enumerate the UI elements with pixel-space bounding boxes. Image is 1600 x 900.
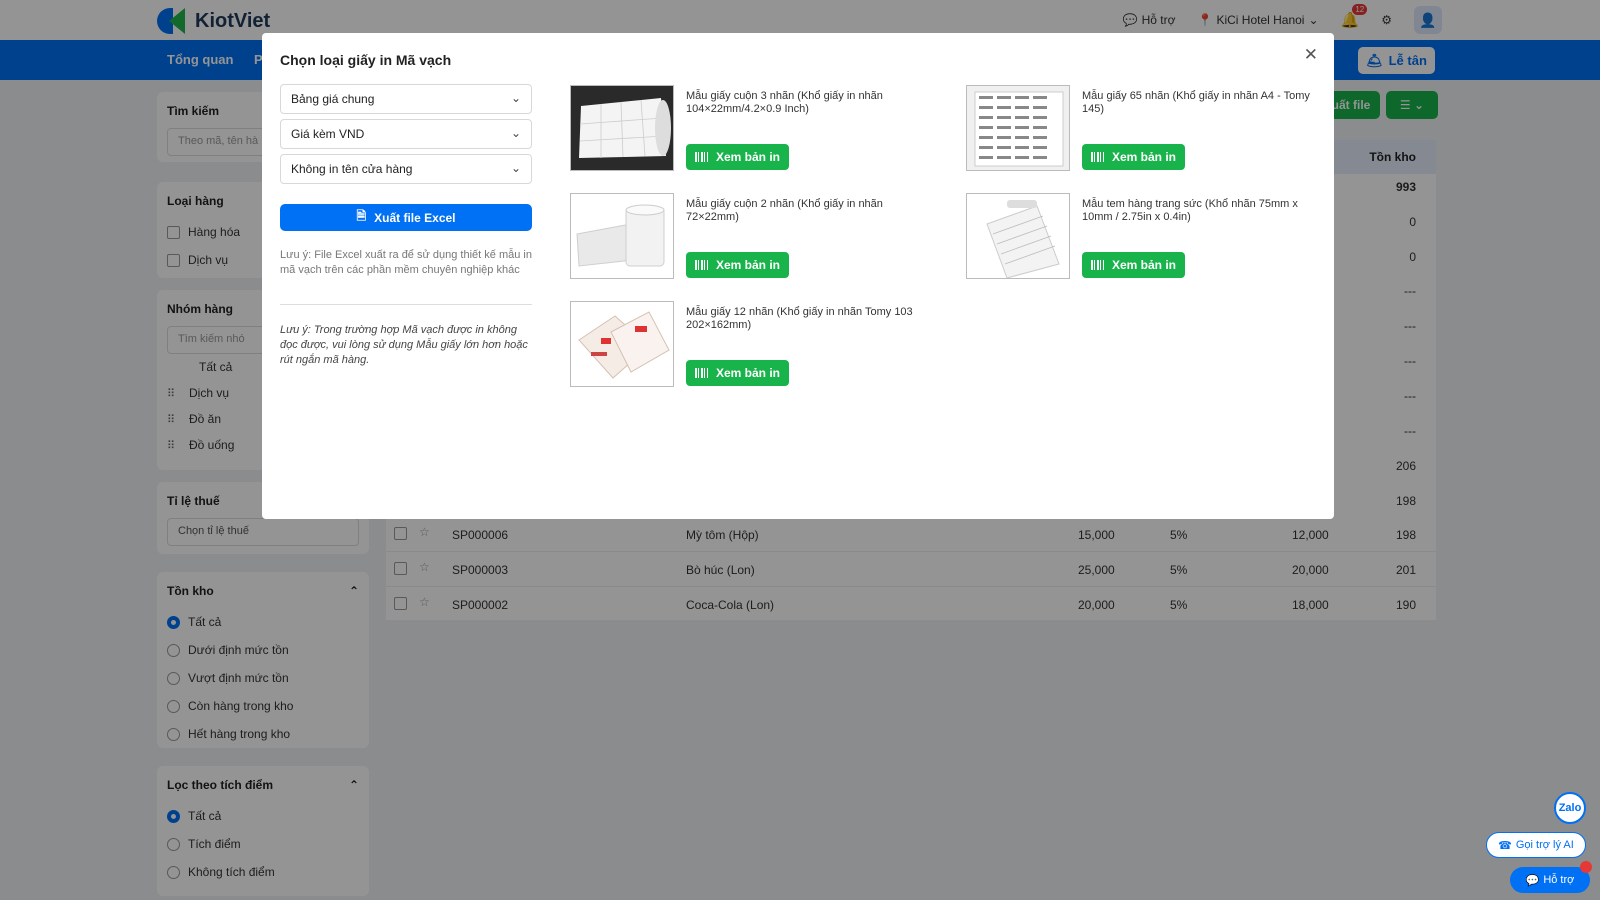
preview-button[interactable]: Xem bản in	[1082, 252, 1185, 278]
paper-thumbnail	[570, 301, 674, 387]
ai-assistant-button[interactable]: ☎ Gọi trợ lý AI	[1486, 832, 1586, 858]
preview-button[interactable]: Xem bản in	[1082, 144, 1185, 170]
paper-option: Mẫu giấy cuộn 2 nhãn (Khổ giấy in nhãn 7…	[570, 193, 968, 281]
currency-select[interactable]: Giá kèm VND ⌄	[280, 119, 532, 149]
paper-title: Mẫu giấy 65 nhãn (Khổ giấy in nhãn A4 - …	[1082, 90, 1310, 115]
paper-option: Mẫu giấy cuộn 3 nhãn (Khổ giấy in nhãn 1…	[570, 85, 968, 173]
export-excel-button[interactable]: 🗎 Xuất file Excel	[280, 204, 532, 231]
barcode-paper-modal: Chọn loại giấy in Mã vạch ✕ Bảng giá chu…	[262, 33, 1334, 519]
modal-title: Chọn loại giấy in Mã vạch	[280, 52, 452, 68]
barcode-note: Lưu ý: Trong trường hợp Mã vạch được in …	[280, 324, 528, 366]
close-icon[interactable]: ✕	[1304, 45, 1318, 65]
excel-note: Lưu ý: File Excel xuất ra để sử dụng thi…	[280, 249, 532, 276]
paper-thumbnail	[570, 193, 674, 279]
paper-thumbnail	[966, 85, 1070, 171]
barcode-icon	[694, 152, 708, 162]
barcode-icon	[694, 368, 708, 378]
paper-thumbnail	[966, 193, 1070, 279]
paper-title: Mẫu giấy 12 nhãn (Khổ giấy in nhãn Tomy …	[686, 306, 913, 331]
help-chat-button[interactable]: 💬 Hỗ trợ	[1510, 867, 1590, 893]
divider	[280, 304, 532, 305]
phone-icon: ☎	[1498, 839, 1512, 852]
unread-dot	[1580, 861, 1592, 873]
paper-option: Mẫu giấy 12 nhãn (Khổ giấy in nhãn Tomy …	[570, 301, 968, 389]
paper-option: Mẫu giấy 65 nhãn (Khổ giấy in nhãn A4 - …	[966, 85, 1364, 173]
paper-thumbnail	[570, 85, 674, 171]
paper-title: Mẫu tem hàng trang sức (Khổ nhãn 75mm x …	[1082, 198, 1298, 223]
chevron-down-icon: ⌄	[510, 161, 521, 175]
file-icon: 🗎	[356, 209, 367, 223]
barcode-icon	[1090, 260, 1104, 270]
paper-title: Mẫu giấy cuộn 3 nhãn (Khổ giấy in nhãn 1…	[686, 90, 883, 115]
paper-title: Mẫu giấy cuộn 2 nhãn (Khổ giấy in nhãn 7…	[686, 198, 883, 223]
zalo-button[interactable]: Zalo	[1554, 792, 1586, 824]
chevron-down-icon: ⌄	[510, 126, 521, 140]
preview-button[interactable]: Xem bản in	[686, 360, 789, 386]
store-name-select[interactable]: Không in tên cửa hàng ⌄	[280, 154, 532, 184]
preview-button[interactable]: Xem bản in	[686, 144, 789, 170]
chevron-down-icon: ⌄	[510, 91, 521, 105]
barcode-icon	[1090, 152, 1104, 162]
preview-button[interactable]: Xem bản in	[686, 252, 789, 278]
chat-icon: 💬	[1525, 874, 1540, 887]
paper-option: Mẫu tem hàng trang sức (Khổ nhãn 75mm x …	[966, 193, 1364, 281]
price-list-select[interactable]: Bảng giá chung ⌄	[280, 84, 532, 114]
barcode-icon	[694, 260, 708, 270]
